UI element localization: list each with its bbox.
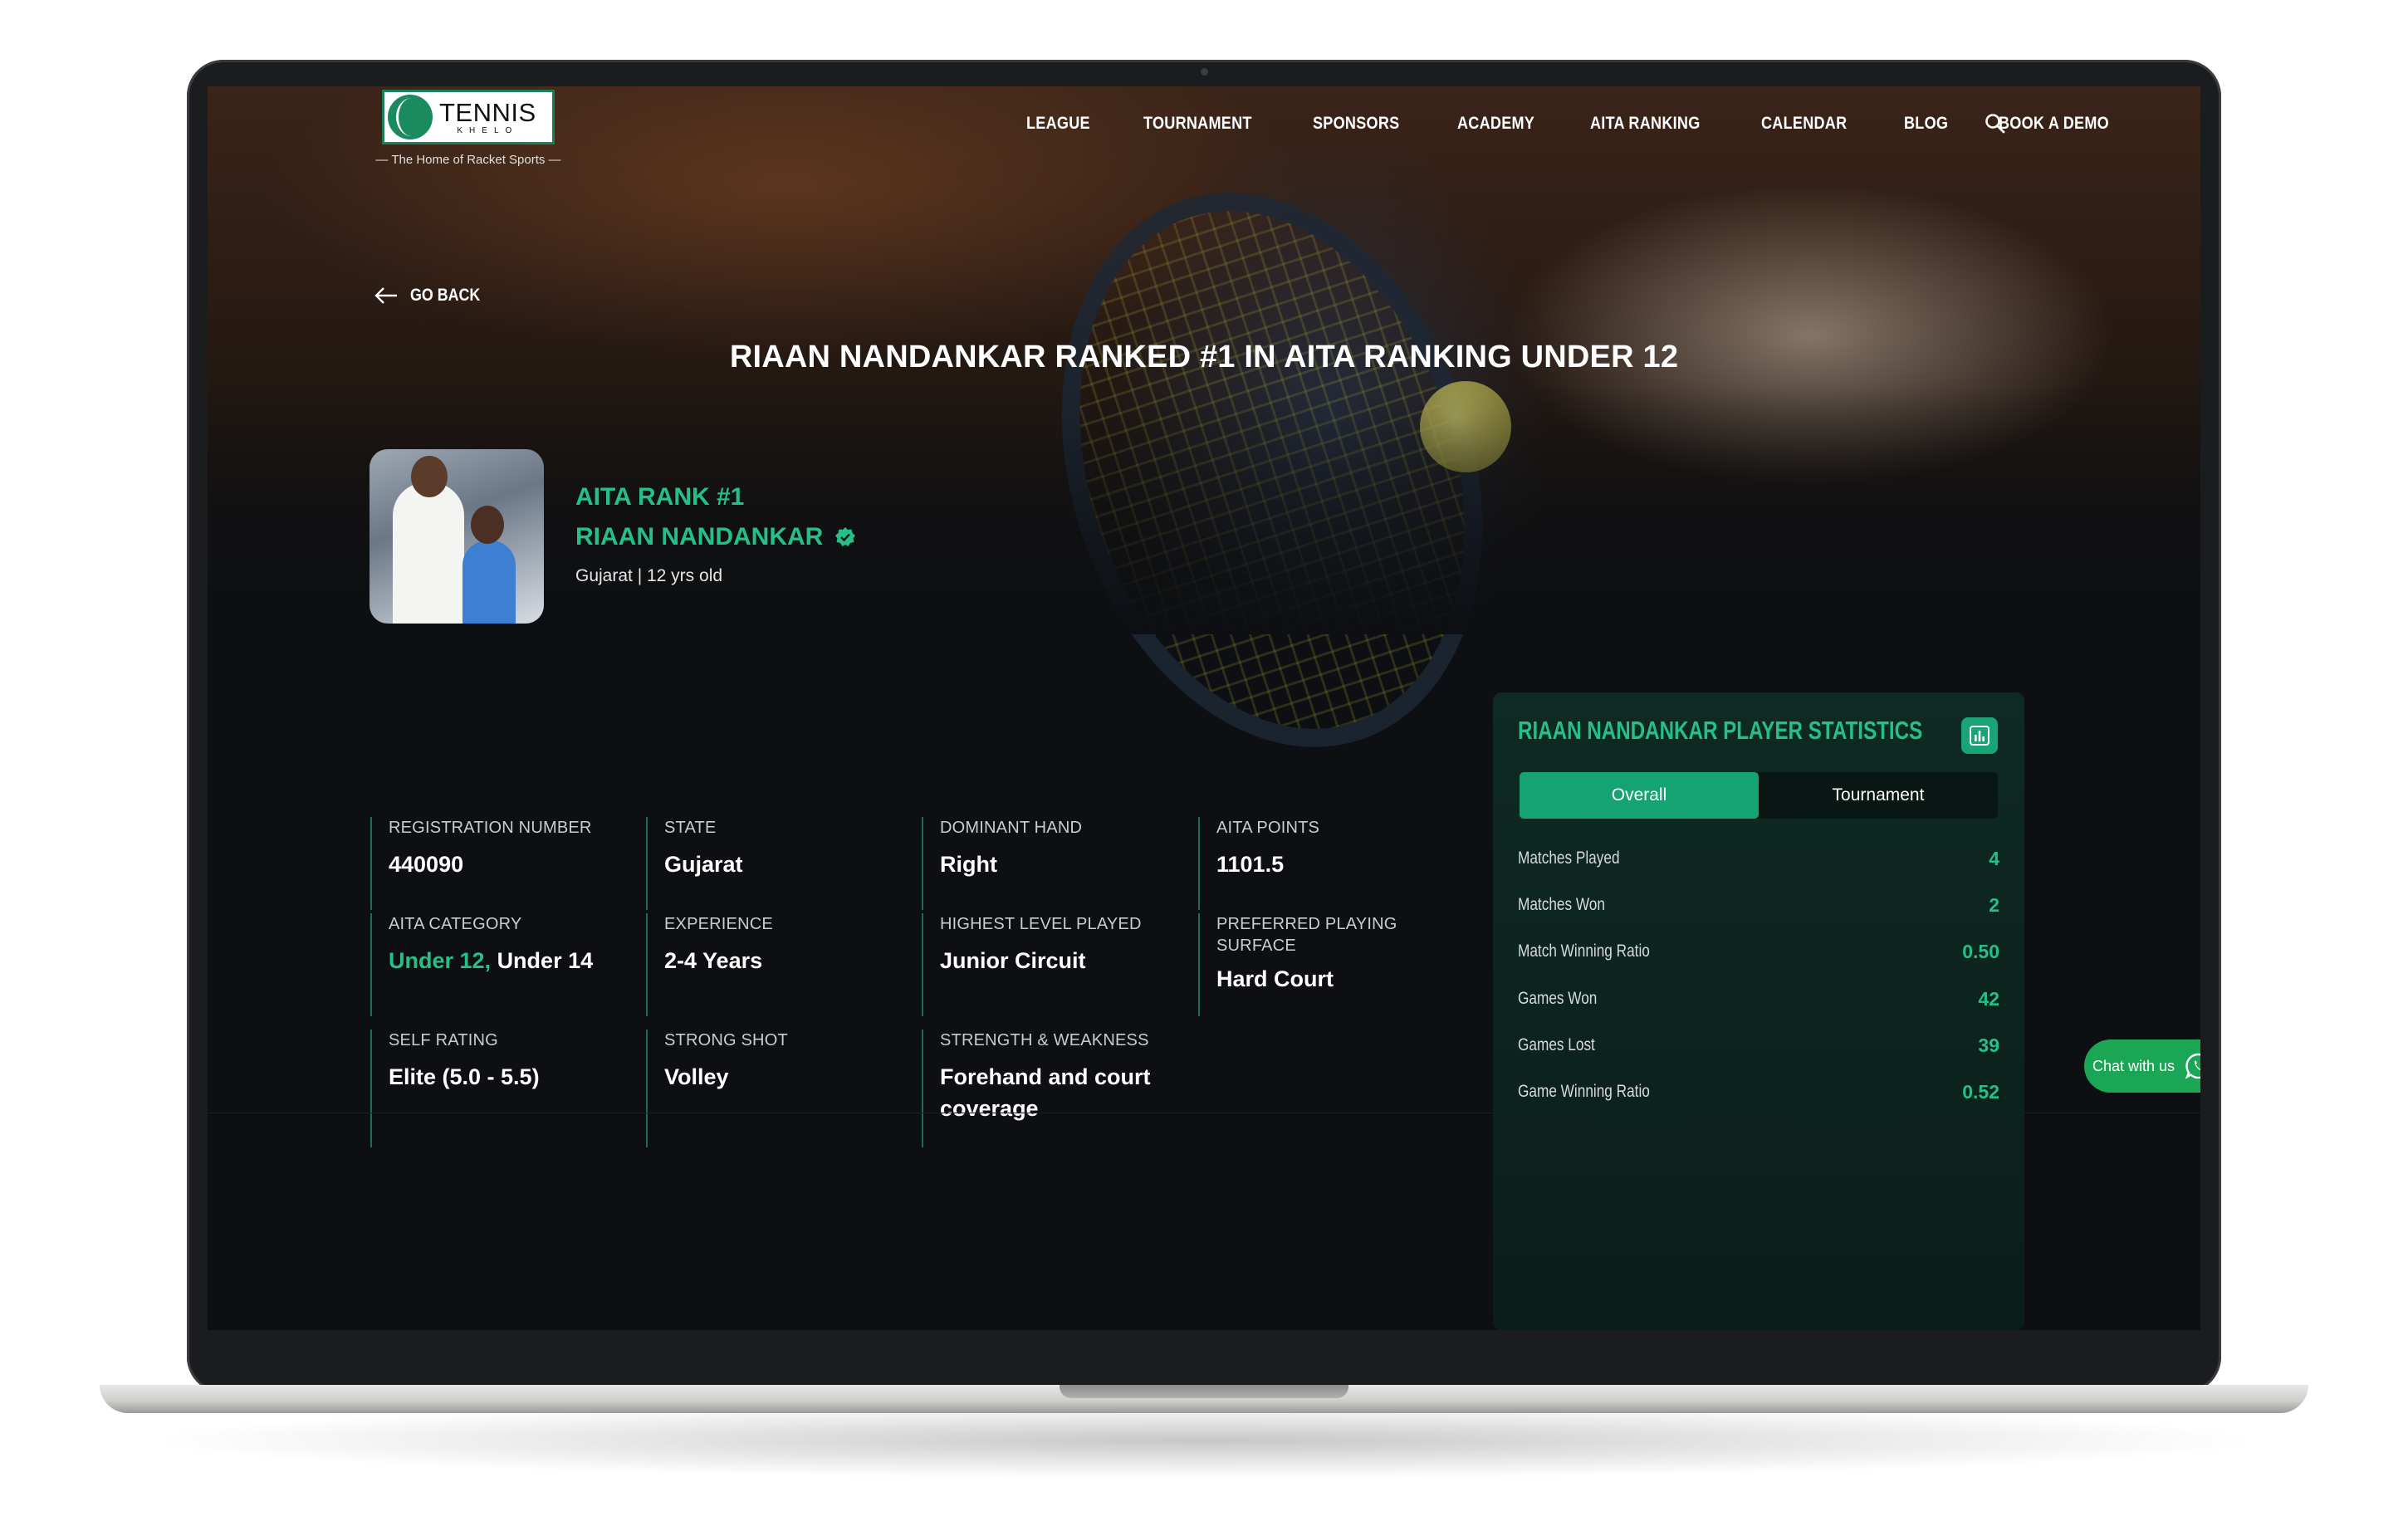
info-value: 2-4 Years bbox=[664, 948, 763, 973]
player-name-row: RIAAN NANDANKAR bbox=[575, 523, 856, 551]
chart-toggle-button[interactable] bbox=[1961, 717, 1998, 754]
info-value: Right bbox=[940, 852, 997, 877]
info-label: EXPERIENCE bbox=[664, 915, 773, 933]
nav-league[interactable]: LEAGUE bbox=[1026, 114, 1090, 134]
chat-label: Chat with us bbox=[2092, 1057, 2176, 1074]
info-value: Under 12, Under 14 bbox=[389, 945, 619, 976]
logo-ball-icon bbox=[388, 95, 433, 139]
page-title: RIAAN NANDANKAR RANKED #1 IN AITA RANKIN… bbox=[729, 340, 1679, 374]
info-value: 440090 bbox=[389, 852, 464, 877]
nav-academy[interactable]: ACADEMY bbox=[1457, 114, 1534, 134]
chat-with-us-button[interactable]: Chat with us bbox=[2084, 1039, 2200, 1093]
info-label: HIGHEST LEVEL PLAYED bbox=[940, 915, 1142, 933]
stats-title: RIAAN NANDANKAR PLAYER STATISTICS bbox=[1518, 716, 1923, 745]
laptop-camera bbox=[1201, 68, 1208, 76]
main-nav: LEAGUE TOURNAMENT SPONSORS ACADEMY AITA … bbox=[1026, 111, 2127, 136]
stat-row-match-winning-ratio: Match Winning Ratio 0.50 bbox=[1518, 935, 1999, 968]
logo-text: TENNIS KHELO bbox=[439, 100, 536, 135]
info-self-rating: SELF RATING Elite (5.0 - 5.5) bbox=[370, 1030, 619, 1147]
stat-label: Matches Played bbox=[1518, 849, 1620, 868]
stat-label: Game Winning Ratio bbox=[1518, 1082, 1650, 1101]
screen: TENNIS KHELO — The Home of Racket Sports… bbox=[208, 86, 2200, 1330]
stat-value: 0.52 bbox=[1962, 1080, 1999, 1103]
nav-blog[interactable]: BLOG bbox=[1904, 114, 1948, 134]
bar-chart-icon bbox=[1970, 726, 1990, 746]
info-label: AITA CATEGORY bbox=[389, 915, 522, 933]
info-label: AITA POINTS bbox=[1216, 819, 1320, 837]
laptop-shadow bbox=[166, 1403, 2242, 1478]
info-preferred-surface: PREFERRED PLAYING SURFACE Hard Court bbox=[1198, 913, 1431, 1016]
info-value: 1101.5 bbox=[1216, 852, 1285, 877]
stat-row-matches-played: Matches Played 4 bbox=[1518, 842, 1999, 875]
stat-label: Match Winning Ratio bbox=[1518, 942, 1650, 961]
stat-row-games-lost: Games Lost 39 bbox=[1518, 1029, 1999, 1062]
stats-tab-switcher: Overall Tournament bbox=[1520, 772, 1998, 819]
info-label: STATE bbox=[664, 819, 717, 837]
nav-calendar[interactable]: CALENDAR bbox=[1761, 114, 1847, 134]
info-label: REGISTRATION NUMBER bbox=[389, 819, 592, 837]
arrow-left-icon bbox=[374, 287, 397, 304]
go-back-link[interactable]: GO BACK bbox=[374, 286, 492, 306]
info-value: Junior Circuit bbox=[940, 948, 1086, 973]
laptop-base-notch bbox=[1060, 1385, 1348, 1398]
category-primary: Under 12, bbox=[389, 948, 492, 973]
info-label: STRONG SHOT bbox=[664, 1031, 788, 1049]
logo-main-text: TENNIS bbox=[439, 97, 536, 127]
stat-row-matches-won: Matches Won 2 bbox=[1518, 888, 1999, 922]
info-label: DOMINANT HAND bbox=[940, 819, 1083, 837]
info-value: Hard Court bbox=[1216, 966, 1334, 991]
stat-label: Matches Won bbox=[1518, 895, 1605, 914]
stat-label: Games Won bbox=[1518, 989, 1598, 1008]
stat-row-games-won: Games Won 42 bbox=[1518, 982, 1999, 1015]
site-tagline: — The Home of Racket Sports — bbox=[375, 153, 561, 167]
stat-value: 42 bbox=[1978, 987, 1999, 1010]
avatar-head-player bbox=[471, 506, 504, 544]
stat-label: Games Lost bbox=[1518, 1035, 1595, 1054]
info-value: Gujarat bbox=[664, 852, 743, 877]
stat-value: 0.50 bbox=[1962, 940, 1999, 962]
stat-value: 4 bbox=[1989, 847, 1999, 869]
info-strong-shot: STRONG SHOT Volley bbox=[646, 1030, 895, 1147]
info-label: PREFERRED PLAYING SURFACE bbox=[1216, 915, 1397, 955]
player-statistics-panel: RIAAN NANDANKAR PLAYER STATISTICS Overal… bbox=[1493, 692, 2024, 1330]
info-label: STRENGTH & WEAKNESS bbox=[940, 1031, 1149, 1049]
category-secondary: Under 14 bbox=[497, 948, 594, 973]
player-location-age: Gujarat | 12 yrs old bbox=[575, 566, 723, 585]
info-registration-number: REGISTRATION NUMBER 440090 bbox=[370, 817, 619, 910]
nav-aita-ranking[interactable]: AITA RANKING bbox=[1590, 114, 1701, 134]
info-dominant-hand: DOMINANT HAND Right bbox=[922, 817, 1171, 910]
info-value: Volley bbox=[664, 1064, 729, 1089]
avatar-person-player bbox=[463, 540, 516, 624]
player-avatar bbox=[370, 449, 544, 624]
logo-sub-text: KHELO bbox=[457, 125, 519, 135]
stat-row-game-winning-ratio: Game Winning Ratio 0.52 bbox=[1518, 1075, 1999, 1108]
stat-value: 39 bbox=[1978, 1034, 1999, 1056]
go-back-label: GO BACK bbox=[410, 286, 481, 305]
verified-icon bbox=[835, 527, 856, 546]
info-aita-points: AITA POINTS 1101.5 bbox=[1198, 817, 1447, 910]
whatsapp-icon bbox=[2185, 1053, 2200, 1079]
avatar-head-coach bbox=[411, 456, 448, 497]
avatar-person-coach bbox=[393, 482, 464, 624]
tab-tournament[interactable]: Tournament bbox=[1759, 772, 1998, 819]
tab-overall[interactable]: Overall bbox=[1520, 772, 1759, 819]
nav-tournament[interactable]: TOURNAMENT bbox=[1143, 114, 1252, 134]
info-label: SELF RATING bbox=[389, 1031, 498, 1049]
search-icon[interactable] bbox=[1985, 113, 2006, 135]
player-name: RIAAN NANDANKAR bbox=[575, 523, 824, 550]
site-logo[interactable]: TENNIS KHELO bbox=[382, 90, 555, 144]
info-experience: EXPERIENCE 2-4 Years bbox=[646, 913, 895, 1016]
info-state: STATE Gujarat bbox=[646, 817, 895, 910]
info-value: Elite (5.0 - 5.5) bbox=[389, 1064, 540, 1089]
player-rank-label: AITA RANK #1 bbox=[575, 483, 745, 511]
info-value: Forehand and court coverage bbox=[940, 1064, 1151, 1121]
stat-value: 2 bbox=[1989, 893, 1999, 916]
info-aita-category: AITA CATEGORY Under 12, Under 14 bbox=[370, 913, 619, 1016]
info-highest-level: HIGHEST LEVEL PLAYED Junior Circuit bbox=[922, 913, 1171, 1016]
nav-book-a-demo[interactable]: BOOK A DEMO bbox=[1999, 114, 2109, 134]
nav-sponsors[interactable]: SPONSORS bbox=[1313, 114, 1399, 134]
info-strength-weakness: STRENGTH & WEAKNESS Forehand and court c… bbox=[922, 1030, 1162, 1147]
